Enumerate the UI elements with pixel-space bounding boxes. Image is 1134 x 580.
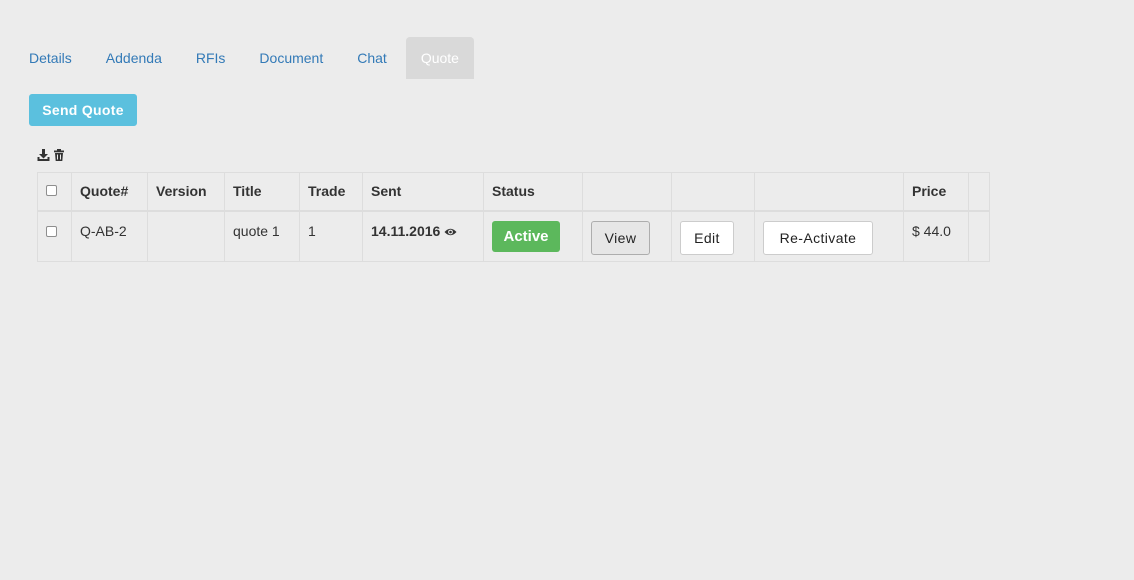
edit-button[interactable]: Edit	[680, 220, 734, 255]
tab-document[interactable]: Document	[244, 37, 338, 79]
send-quote-button[interactable]: Send Quote	[29, 94, 137, 126]
tab-quote[interactable]: Quote	[405, 37, 474, 79]
header-view-col	[582, 172, 672, 212]
table-toolbar	[37, 148, 66, 162]
tab-addenda[interactable]: Addenda	[91, 37, 177, 79]
cell-view: View	[582, 210, 672, 262]
cell-trade: 1	[299, 210, 363, 262]
cell-status: Active	[483, 210, 583, 262]
cell-reactivate: Re-Activate	[754, 210, 904, 262]
quotes-table: Quote# Version Title Trade Sent Status P…	[37, 172, 990, 262]
trash-icon[interactable]	[53, 148, 66, 162]
view-button[interactable]: View	[591, 220, 650, 255]
cell-sent: 14.11.2016	[362, 210, 484, 262]
cell-edit: Edit	[671, 210, 755, 262]
cell-price: $ 44.0	[903, 210, 969, 262]
sent-date: 14.11.2016	[371, 222, 441, 239]
row-select-cell	[37, 210, 72, 262]
download-icon[interactable]	[37, 148, 50, 162]
header-quote-num[interactable]: Quote#	[71, 172, 148, 212]
tab-details[interactable]: Details	[14, 37, 87, 79]
status-badge: Active	[492, 220, 560, 252]
header-edit-col	[671, 172, 755, 212]
table-row: Q-AB-2 quote 1 1 14.11.2016 Active View …	[37, 210, 990, 262]
table-header-row: Quote# Version Title Trade Sent Status P…	[37, 172, 990, 212]
reactivate-button[interactable]: Re-Activate	[763, 220, 873, 255]
header-version[interactable]: Version	[147, 172, 225, 212]
select-all-checkbox[interactable]	[46, 185, 57, 197]
select-all-cell	[37, 172, 72, 212]
header-sent[interactable]: Sent	[362, 172, 484, 212]
tab-chat[interactable]: Chat	[342, 37, 402, 79]
header-status[interactable]: Status	[483, 172, 583, 212]
tab-bar: Details Addenda RFIs Document Chat Quote	[14, 37, 478, 79]
header-price[interactable]: Price	[903, 172, 969, 212]
page: Details Addenda RFIs Document Chat Quote…	[0, 0, 1134, 580]
eye-icon[interactable]	[444, 224, 457, 240]
header-reactivate-col	[754, 172, 904, 212]
header-title[interactable]: Title	[224, 172, 300, 212]
cell-quote-num: Q-AB-2	[71, 210, 148, 262]
header-extra-col	[968, 172, 990, 212]
cell-title: quote 1	[224, 210, 300, 262]
tab-rfis[interactable]: RFIs	[181, 37, 241, 79]
row-checkbox[interactable]	[46, 225, 57, 237]
header-trade[interactable]: Trade	[299, 172, 363, 212]
cell-version	[147, 210, 225, 262]
cell-extra	[968, 210, 990, 262]
